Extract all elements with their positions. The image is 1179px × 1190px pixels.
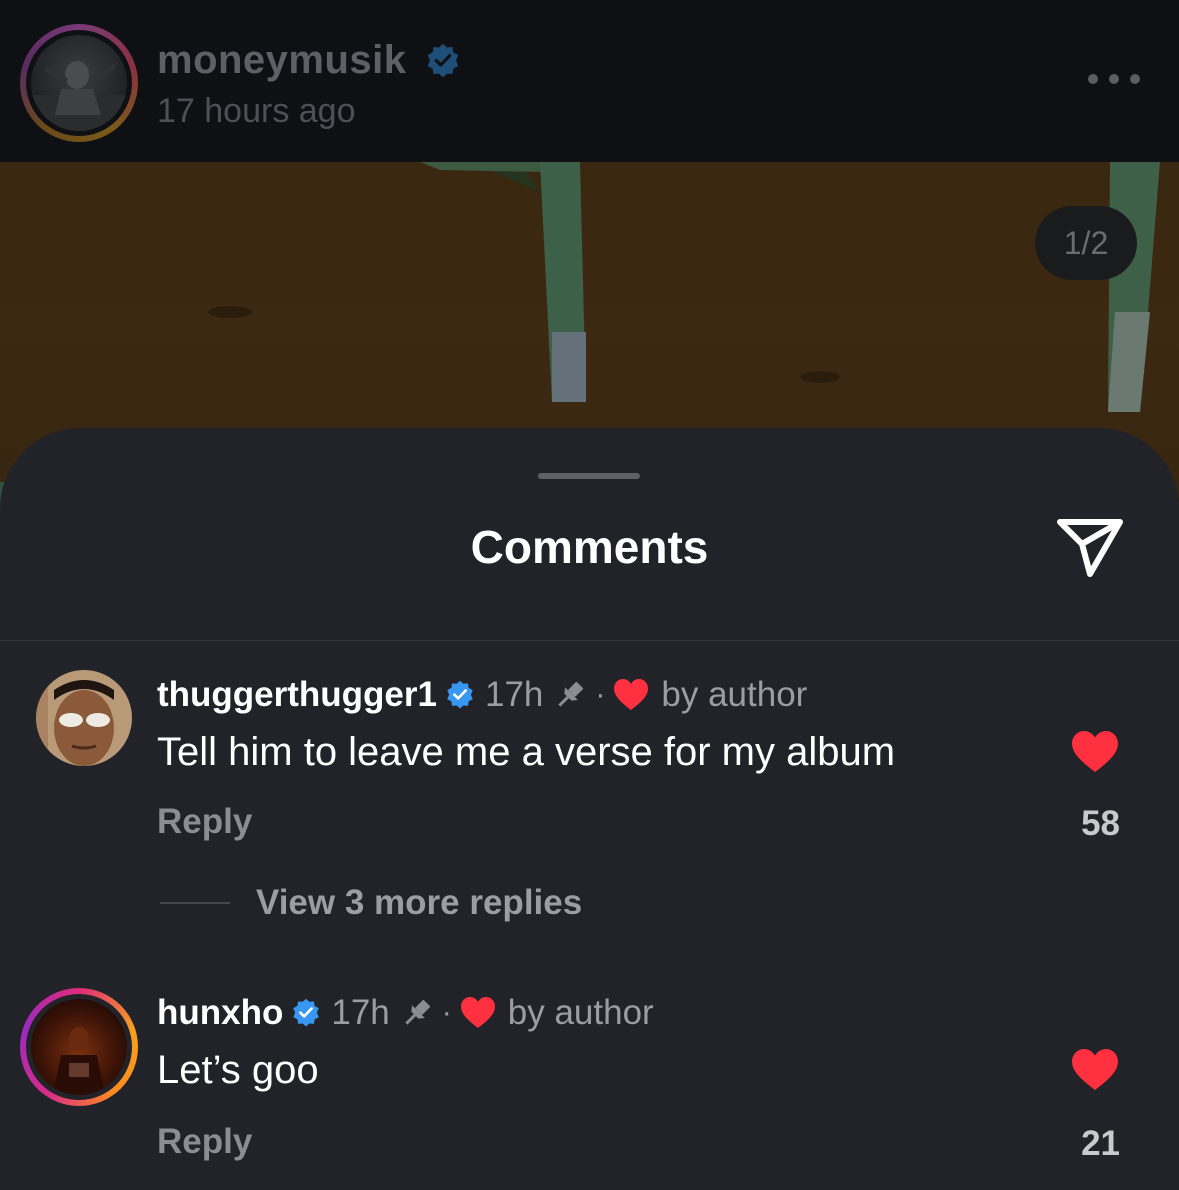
comment-text: Tell him to leave me a verse for my albu… [157, 730, 896, 774]
view-more-replies-button[interactable]: View 3 more replies [160, 878, 582, 928]
author-liked-heart-icon [460, 997, 495, 1028]
comment-age: 17h [331, 993, 390, 1032]
like-heart-icon[interactable] [1071, 1048, 1119, 1092]
by-author-label: by author [507, 993, 654, 1032]
separator-dot: · [595, 678, 606, 711]
like-count: 58 [1081, 804, 1120, 843]
share-icon[interactable] [1054, 514, 1126, 580]
commenter-avatar-photo [31, 999, 127, 1095]
verified-badge-icon [447, 680, 473, 709]
like-heart-icon[interactable] [1071, 730, 1119, 774]
post-time: 17 hours ago [157, 92, 356, 130]
verified-badge-icon [293, 998, 320, 1027]
comment-text: Let’s goo [157, 1048, 319, 1092]
sheet-divider [0, 640, 1179, 641]
poster-avatar[interactable] [20, 24, 138, 142]
reply-button[interactable]: Reply [157, 1122, 252, 1162]
sheet-grabber[interactable] [538, 473, 640, 479]
commenter-username[interactable]: hunxho [157, 993, 283, 1033]
by-author-label: by author [661, 675, 808, 714]
commenter-avatar[interactable] [36, 670, 132, 766]
reply-button[interactable]: Reply [157, 802, 252, 842]
comments-sheet: Comments thuggerthugger1 17h · by author… [0, 428, 1179, 1190]
like-count: 21 [1081, 1124, 1120, 1163]
replies-connector-line [160, 902, 230, 904]
page-counter: 1/2 [1035, 206, 1137, 280]
view-replies-label: View 3 more replies [256, 883, 583, 922]
pin-icon [405, 999, 430, 1025]
comment-meta: thuggerthugger1 17h · by author [157, 673, 807, 717]
comment-meta: hunxho 17h · by author [157, 991, 654, 1035]
poster-avatar-photo [31, 35, 127, 131]
post-header: moneymusik 17 hours ago [0, 0, 1179, 162]
poster-username[interactable]: moneymusik [157, 38, 407, 83]
author-liked-heart-icon [614, 679, 649, 710]
more-options-icon[interactable] [1088, 74, 1140, 88]
commenter-username[interactable]: thuggerthugger1 [157, 675, 437, 715]
sheet-title: Comments [470, 521, 709, 573]
comment-age: 17h [484, 675, 544, 714]
commenter-avatar[interactable] [20, 988, 138, 1106]
separator-dot: · [441, 996, 452, 1029]
verified-badge-icon [427, 43, 459, 78]
screen: moneymusik 17 hours ago 1/2 Comments thu… [0, 0, 1179, 1190]
pin-icon [558, 681, 584, 707]
